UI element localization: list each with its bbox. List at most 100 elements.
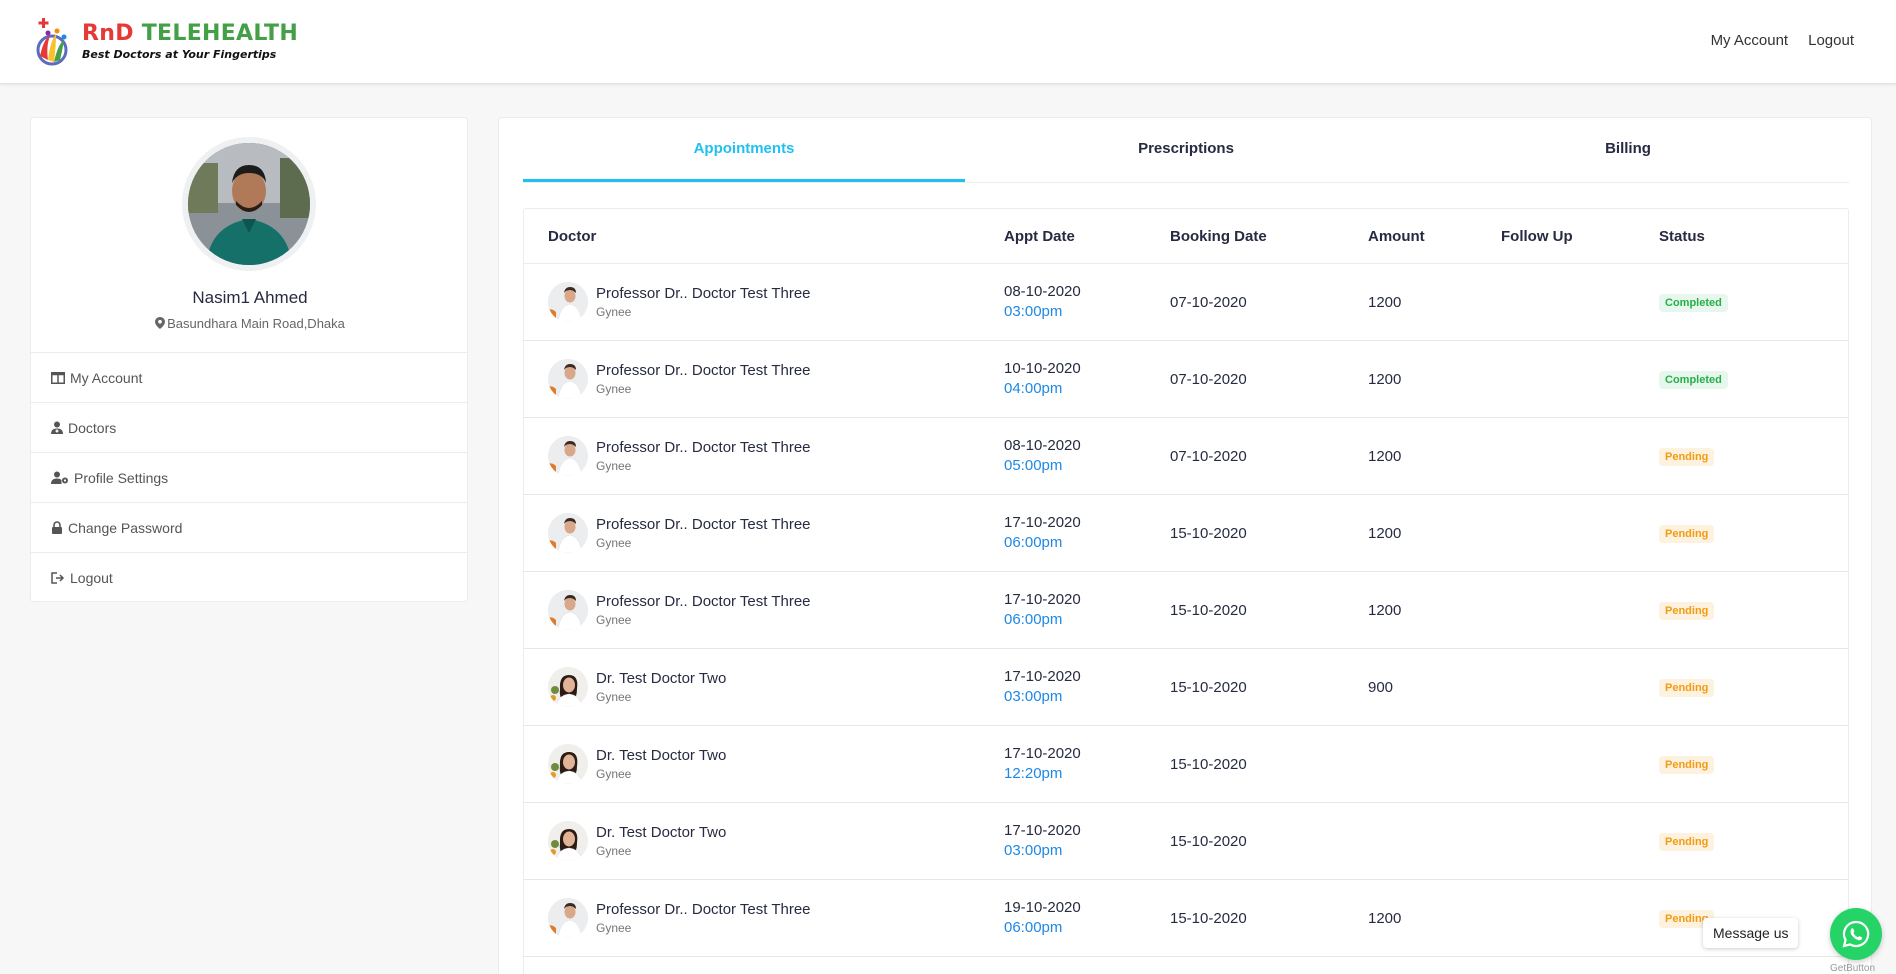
doctor-avatar[interactable] [548,513,588,553]
table-header: Doctor Appt Date Booking Date Amount Fol… [524,209,1848,264]
getbutton-credit[interactable]: GetButton [1830,963,1875,974]
appt-time: 12:20pm [1004,765,1063,782]
doctor-name-link[interactable]: Dr. Test Doctor Two [596,747,726,765]
sidebar-item-logout[interactable]: Logout [31,552,467,602]
doctor-avatar[interactable] [548,667,588,707]
sidebar-item-change-password[interactable]: Change Password [31,502,467,552]
booking-date-cell: 07-10-2020 [1170,447,1247,465]
whatsapp-icon [1842,920,1870,948]
whatsapp-button[interactable] [1830,908,1882,960]
table-row: Professor Dr.. Doctor Test Three Gynee 10-… [524,341,1848,418]
doctor-name-link[interactable]: Professor Dr.. Doctor Test Three [596,901,811,919]
booking-date-cell: 15-10-2020 [1170,755,1247,773]
tab-billing[interactable]: Billing [1407,118,1849,182]
table-row: Dr. Test Doctor Two Gynee 17-10-2020 03:00p… [524,803,1848,880]
doctor-name-link[interactable]: Professor Dr.. Doctor Test Three [596,593,811,611]
doctor-avatar[interactable] [548,821,588,861]
sidebar-item-label: Logout [70,569,113,586]
sidebar-menu: My Account Doctors Profile Settings Chan… [31,352,467,602]
status-cell: Pending [1659,755,1839,774]
doctor-avatar[interactable] [548,359,588,399]
doctor-name-link[interactable]: Dr. Test Doctor Two [596,670,726,688]
nav-logout-link[interactable]: Logout [1808,32,1854,49]
status-cell: Pending [1659,832,1839,851]
appt-date: 17-10-2020 [1004,668,1081,685]
doctor-name-link[interactable]: Professor Dr.. Doctor Test Three [596,516,811,534]
tab-appointments[interactable]: Appointments [523,118,965,182]
doctor-avatar[interactable] [548,282,588,322]
doctor-name-link[interactable]: Dr. Test Doctor Two [596,824,726,842]
sidebar-item-profile-settings[interactable]: Profile Settings [31,452,467,502]
amount-cell: 1200 [1368,524,1402,542]
doctor-specialty: Gynee [596,689,632,704]
doctor-avatar[interactable] [548,436,588,476]
doctor-avatar[interactable] [548,898,588,938]
sidebar-item-my-account[interactable]: My Account [31,352,467,402]
doctor-name-link[interactable]: Professor Dr.. Doctor Test Three [596,439,811,457]
appt-time: 04:00pm [1004,380,1063,397]
appt-date-cell: 17-10-2020 06:00pm [1004,590,1170,630]
top-nav: My Account Logout [1711,32,1854,49]
doctor-specialty: Gynee [596,843,632,858]
appt-date-cell: 10-10-2020 04:00pm [1004,359,1170,399]
amount-cell: 1200 [1368,601,1402,619]
sign-out-icon [51,571,65,584]
table-row: Professor Dr.. Doctor Test Three Gynee 17-… [524,495,1848,572]
doctor-avatar[interactable] [548,590,588,630]
user-md-icon [51,421,63,434]
booking-date-cell: 07-10-2020 [1170,293,1247,311]
header-follow-up[interactable]: Follow Up [1501,228,1659,245]
doctor-name-link[interactable]: Professor Dr.. Doctor Test Three [596,285,811,303]
booking-date-cell: 15-10-2020 [1170,601,1247,619]
status-cell: Completed [1659,370,1839,389]
table-row: Dr. Test Doctor Two Gynee 17-10-2020 03:00p… [524,649,1848,726]
appointments-table: Doctor Appt Date Booking Date Amount Fol… [523,208,1849,974]
status-badge: Completed [1659,293,1728,312]
brand-name: RnD TELEHEALTH [82,21,298,46]
appt-date: 19-10-2020 [1004,899,1081,916]
booking-date-cell: 15-10-2020 [1170,832,1247,850]
doctor-cell: Professor Dr.. Doctor Test Three Gynee [524,898,1004,938]
booking-date-cell: 15-10-2020 [1170,678,1247,696]
doctor-avatar[interactable] [548,744,588,784]
table-row: Dr. Test Doctor Two Gynee 17-10-2020 12:20p… [524,726,1848,803]
table-row: Professor Dr.. Doctor Test Three Gynee 08-… [524,418,1848,495]
columns-icon [51,371,65,384]
doctor-cell: Dr. Test Doctor Two Gynee [524,744,1004,784]
header-booking-date[interactable]: Booking Date [1170,228,1368,245]
doctor-specialty: Gynee [596,535,632,550]
sidebar-item-label: Change Password [68,519,183,536]
table-row: Professor Dr.. Doctor Test Three Gynee 19-… [524,880,1848,957]
sidebar-item-label: Doctors [68,419,117,436]
doctor-cell: Professor Dr.. Doctor Test Three Gynee [524,590,1004,630]
logo-mark-icon [30,16,74,66]
booking-date-cell: 07-10-2020 [1170,370,1247,388]
appt-date-cell: 08-10-2020 05:00pm [1004,436,1170,476]
tab-prescriptions[interactable]: Prescriptions [965,118,1407,182]
doctor-cell: Professor Dr.. Doctor Test Three Gynee [524,436,1004,476]
brand-logo[interactable]: RnD TELEHEALTH Best Doctors at Your Fing… [30,16,298,66]
status-cell: Pending [1659,601,1839,620]
sidebar-item-label: My Account [70,369,143,386]
header-amount[interactable]: Amount [1368,228,1501,245]
header-appt-date[interactable]: Appt Date [1004,228,1170,245]
amount-cell: 1200 [1368,909,1402,927]
header-doctor[interactable]: Doctor [524,228,1004,245]
sidebar-item-label: Profile Settings [74,469,169,486]
message-us-bubble[interactable]: Message us [1703,918,1799,948]
appt-date: 08-10-2020 [1004,283,1081,300]
user-cog-icon [51,471,68,484]
appt-date-cell: 19-10-2020 06:00pm [1004,898,1170,938]
doctor-cell: Professor Dr.. Doctor Test Three Gynee [524,513,1004,553]
doctor-specialty: Gynee [596,766,632,781]
doctor-specialty: Gynee [596,304,632,319]
appt-time: 03:00pm [1004,688,1063,705]
sidebar-item-doctors[interactable]: Doctors [31,402,467,452]
appt-date-cell: 17-10-2020 06:00pm [1004,513,1170,553]
appointments-card: Appointments Prescriptions Billing Docto… [498,117,1872,974]
nav-my-account-link[interactable]: My Account [1711,32,1789,49]
booking-date-cell: 15-10-2020 [1170,524,1247,542]
header-status[interactable]: Status [1659,228,1839,245]
doctor-name-link[interactable]: Professor Dr.. Doctor Test Three [596,362,811,380]
avatar [188,143,310,265]
